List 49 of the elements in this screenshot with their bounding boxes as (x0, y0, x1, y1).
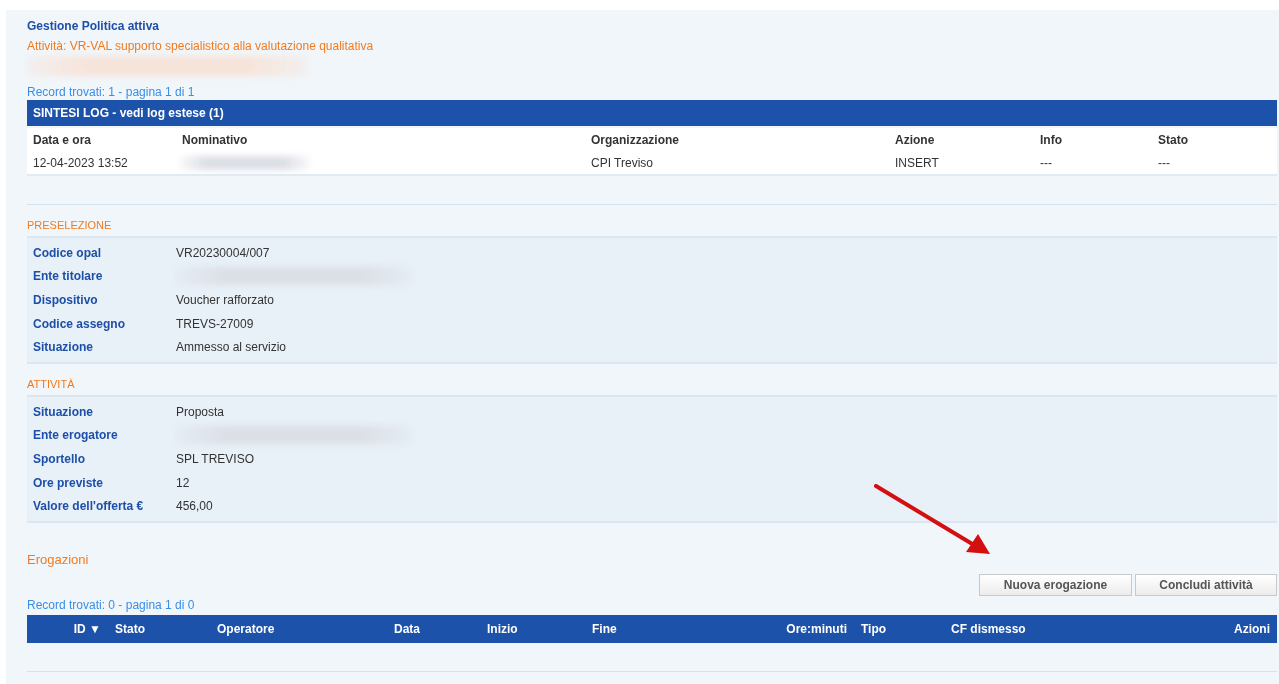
column-header[interactable]: ID ▼ (27, 621, 108, 636)
record-count: Record trovati: 1 - pagina 1 di 1 (27, 84, 196, 100)
column-header: Data e ora (32, 132, 93, 147)
field-label: Valore dell'offerta € (32, 499, 145, 514)
field-label: Codice assegno (32, 316, 127, 331)
field-value: 12 (176, 475, 190, 490)
field-label: Ente erogatore (32, 428, 119, 443)
page-title: Gestione Politica attiva (27, 18, 161, 34)
section-title: PRESELEZIONE (27, 218, 113, 232)
column-header[interactable]: Azioni (1147, 621, 1277, 636)
section-title: Erogazioni (27, 551, 90, 568)
column-header[interactable]: Tipo (854, 621, 944, 636)
field-value: Proposta (176, 404, 225, 419)
field-label: Ente titolare (32, 269, 104, 284)
column-header[interactable]: Data (387, 621, 480, 636)
action-button[interactable]: Nuova erogazione (979, 573, 1132, 596)
column-header: Organizzazione (590, 132, 680, 147)
field-label: Ore previste (32, 475, 105, 490)
table-cell-text: CPI Treviso (590, 155, 654, 170)
field-value: TREVS-27009 (176, 316, 254, 331)
column-header: Azione (894, 132, 936, 147)
section-title: ATTIVITÀ (27, 376, 76, 391)
field-label: Dispositivo (32, 293, 99, 307)
column-header[interactable]: Stato (108, 621, 210, 636)
column-header[interactable]: Fine (585, 621, 740, 636)
field-value: Ammesso al servizio (176, 340, 287, 355)
action-button[interactable]: Concludi attività (1135, 573, 1277, 596)
table-cell-text: --- (1157, 155, 1171, 170)
field-value: SPL TREVISO (176, 451, 255, 466)
table-cell-text: 12-04-2023 13:52 (32, 155, 129, 170)
field-label: Sportello (32, 451, 86, 466)
column-header[interactable]: Ore:minuti (740, 621, 854, 636)
field-value: Voucher rafforzato (176, 293, 274, 307)
field-value: 456,00 (176, 499, 213, 514)
column-header: Nominativo (181, 132, 249, 147)
column-header: Stato (1157, 132, 1189, 147)
table-cell-text: --- (1039, 155, 1053, 170)
log-summary-link[interactable]: SINTESI LOG - vedi log estese (1) (27, 106, 224, 120)
column-header: Info (1039, 132, 1063, 147)
column-header[interactable]: Operatore (210, 621, 387, 636)
field-value: VR20230004/007 (176, 245, 270, 260)
field-label: Situazione (32, 404, 94, 419)
record-count: Record trovati: 0 - pagina 1 di 0 (27, 596, 196, 613)
column-header[interactable]: CF dismesso (944, 621, 1147, 636)
field-label: Codice opal (32, 245, 102, 260)
activity-subtitle: Attività: VR-VAL supporto specialistico alla valutazione qualitativa (27, 38, 375, 54)
column-header[interactable]: Inizio (480, 621, 585, 636)
field-label: Situazione (32, 340, 94, 355)
table-cell-text: INSERT (894, 155, 940, 170)
